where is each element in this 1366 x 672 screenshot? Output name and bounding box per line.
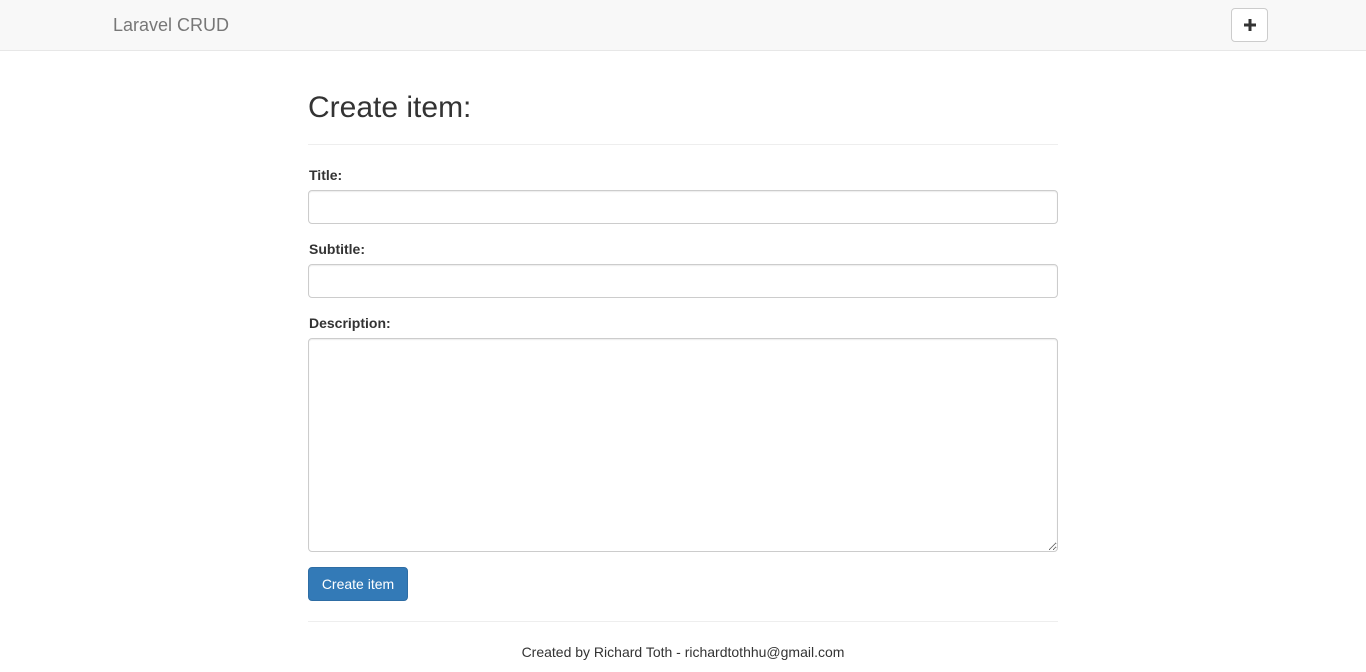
navbar: Laravel CRUD [0, 0, 1366, 51]
create-item-button[interactable]: Create item [308, 567, 408, 601]
page-title: Create item: [308, 91, 472, 124]
navbar-brand[interactable]: Laravel CRUD [113, 15, 229, 35]
plus-icon [1243, 19, 1256, 31]
footer-divider [308, 621, 1058, 622]
subtitle-input[interactable] [308, 264, 1058, 298]
subtitle-label: Subtitle: [309, 241, 365, 257]
add-item-button[interactable] [1231, 8, 1268, 42]
title-label: Title: [309, 167, 343, 183]
description-textarea[interactable] [308, 338, 1058, 552]
heading-divider [308, 144, 1058, 145]
description-label: Description: [309, 315, 391, 331]
footer-credit: Created by Richard Toth - richardtothhu@… [521, 644, 845, 660]
title-input[interactable] [308, 190, 1058, 224]
